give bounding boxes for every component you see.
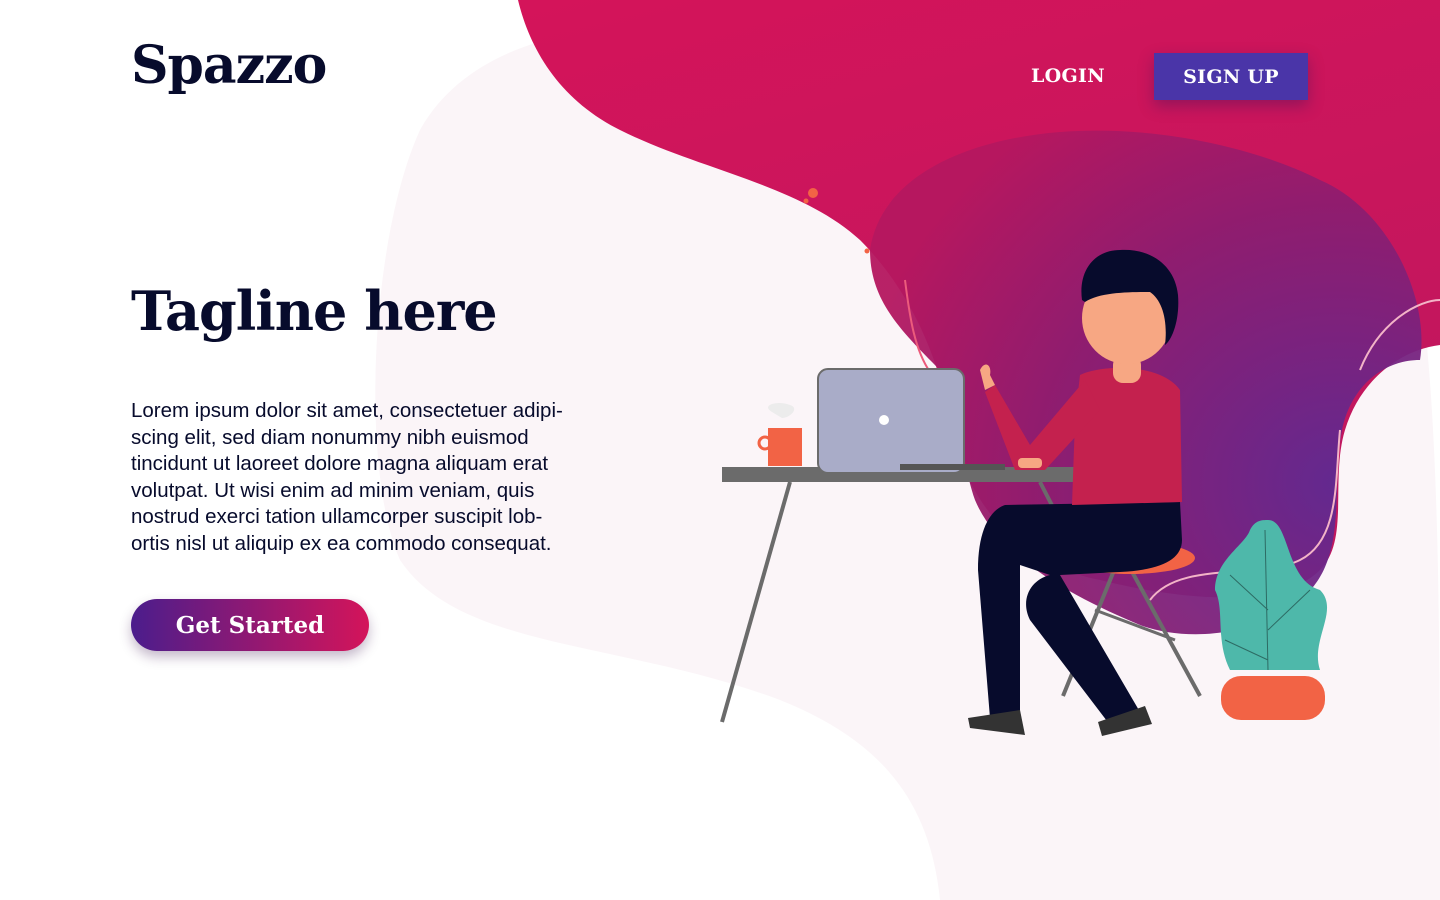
hero-description-line: ortis nisl ut aliquip ex ea commodo cons… — [131, 531, 552, 555]
hero-description-line: tincidunt ut laoreet dolore magna aliqua… — [131, 452, 549, 475]
laptop — [817, 368, 1005, 474]
get-started-button[interactable]: Get Started — [131, 599, 369, 651]
person — [968, 249, 1182, 736]
coffee-mug — [757, 402, 802, 466]
hero-description-line: Lorem ipsum dolor sit amet, consectetuer… — [131, 399, 563, 422]
hero-description-line: scing elit, sed diam nonummy nibh euismo… — [131, 425, 529, 449]
login-link[interactable]: LOGIN — [1031, 65, 1105, 87]
logo[interactable]: Spazzo — [131, 40, 327, 92]
hero-description-line: nostrud exerci tation ullamcorper suscip… — [131, 505, 543, 528]
signup-button[interactable]: SIGN UP — [1154, 53, 1308, 100]
hero-description: Lorem ipsum dolor sit amet, consectetuer… — [131, 398, 611, 557]
hero-description-line: volutpat. Ut wisi enim ad minim veniam, … — [131, 478, 535, 502]
potted-plant — [1215, 520, 1328, 720]
page-title: Tagline here — [131, 279, 498, 343]
